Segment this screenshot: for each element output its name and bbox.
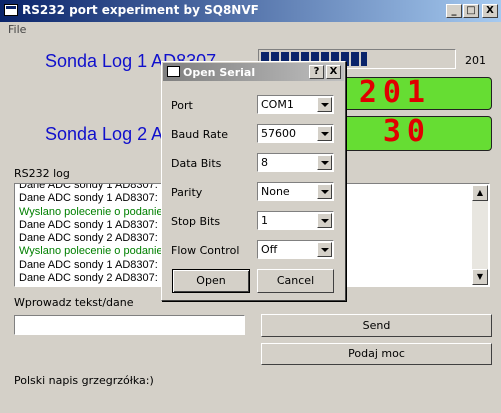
chevron-down-icon[interactable] (317, 184, 332, 199)
flow-control-label: Flow Control (171, 244, 240, 257)
close-button[interactable]: X (482, 4, 498, 18)
data-bits-value: 8 (261, 156, 268, 169)
baud-rate-select[interactable]: 57600 (257, 124, 334, 143)
probe1-progress-value: 201 (465, 54, 486, 67)
title-bar[interactable]: RS232 port experiment by SQ8NVF _ □ X (0, 0, 501, 22)
open-button[interactable]: Open (172, 269, 250, 293)
menu-bar: File (0, 22, 501, 38)
dialog-title-bar[interactable]: Open Serial ? X (163, 63, 344, 81)
data-bits-select[interactable]: 8 (257, 153, 334, 172)
probe1-led-digits: 201 (358, 75, 431, 110)
port-value: COM1 (261, 98, 294, 111)
send-button[interactable]: Send (261, 314, 492, 337)
app-icon (4, 4, 18, 16)
log-scrollbar[interactable]: ▲ ▼ (472, 185, 488, 285)
input-label: Wprowadz tekst/dane (14, 296, 134, 309)
stop-bits-select[interactable]: 1 (257, 211, 334, 230)
stop-bits-label: Stop Bits (171, 215, 221, 228)
probe2-led-digits: 30 (382, 114, 431, 149)
parity-select[interactable]: None (257, 182, 334, 201)
window-title: RS232 port experiment by SQ8NVF (22, 3, 259, 17)
flow-control-select[interactable]: Off (257, 240, 334, 259)
cancel-button[interactable]: Cancel (257, 269, 334, 293)
open-serial-dialog: Open Serial ? X Port COM1 Baud Rate 5760… (161, 61, 346, 301)
chevron-down-icon[interactable] (317, 213, 332, 228)
text-input[interactable] (14, 315, 245, 335)
parity-value: None (261, 185, 290, 198)
parity-label: Parity (171, 186, 203, 199)
minimize-button[interactable]: _ (446, 4, 462, 18)
flow-control-value: Off (261, 243, 278, 256)
scroll-down-icon[interactable]: ▼ (472, 269, 488, 285)
chevron-down-icon[interactable] (317, 97, 332, 112)
chevron-down-icon[interactable] (317, 242, 332, 257)
help-button[interactable]: ? (309, 65, 324, 79)
log-label: RS232 log (14, 167, 70, 180)
dialog-close-button[interactable]: X (326, 65, 341, 79)
baud-rate-value: 57600 (261, 127, 296, 140)
power-button[interactable]: Podaj moc (261, 343, 492, 365)
scroll-up-icon[interactable]: ▲ (472, 185, 488, 201)
footer-text: Polski napis grzegrzółka:) (14, 374, 154, 387)
port-label: Port (171, 99, 193, 112)
stop-bits-value: 1 (261, 214, 268, 227)
chevron-down-icon[interactable] (317, 155, 332, 170)
baud-rate-label: Baud Rate (171, 128, 228, 141)
chevron-down-icon[interactable] (317, 126, 332, 141)
data-bits-label: Data Bits (171, 157, 222, 170)
dialog-title: Open Serial (183, 66, 256, 79)
maximize-button[interactable]: □ (463, 4, 479, 18)
menu-file[interactable]: File (8, 23, 26, 36)
dialog-icon (167, 66, 180, 77)
port-select[interactable]: COM1 (257, 95, 334, 114)
